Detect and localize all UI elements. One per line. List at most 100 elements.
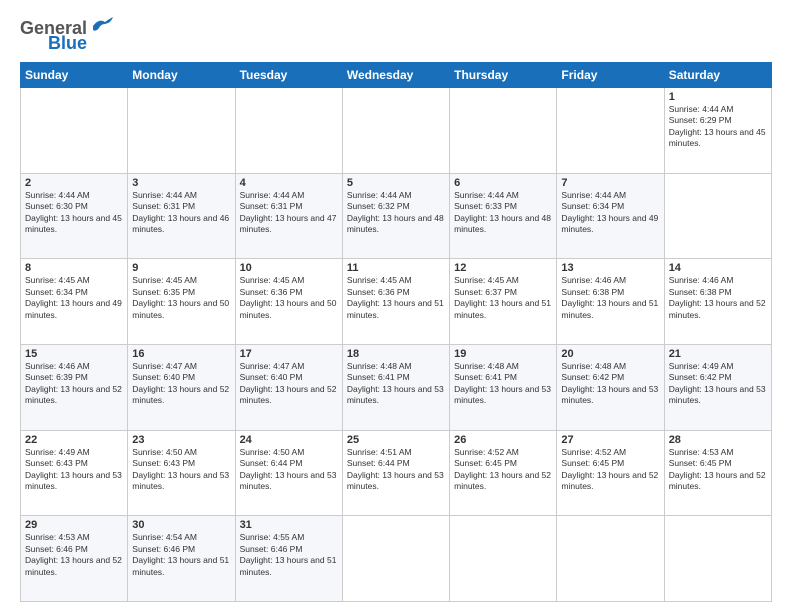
day-cell: 29Sunrise: 4:53 AM Sunset: 6:46 PM Dayli… — [21, 516, 128, 602]
day-info: Sunrise: 4:48 AM Sunset: 6:41 PM Dayligh… — [347, 361, 445, 407]
day-number: 26 — [454, 434, 552, 446]
week-row-6: 29Sunrise: 4:53 AM Sunset: 6:46 PM Dayli… — [21, 516, 772, 602]
day-info: Sunrise: 4:51 AM Sunset: 6:44 PM Dayligh… — [347, 447, 445, 493]
day-number: 25 — [347, 434, 445, 446]
day-cell: 31Sunrise: 4:55 AM Sunset: 6:46 PM Dayli… — [235, 516, 342, 602]
day-number: 12 — [454, 262, 552, 274]
day-info: Sunrise: 4:45 AM Sunset: 6:36 PM Dayligh… — [347, 275, 445, 321]
day-cell: 13Sunrise: 4:46 AM Sunset: 6:38 PM Dayli… — [557, 259, 664, 345]
day-cell: 26Sunrise: 4:52 AM Sunset: 6:45 PM Dayli… — [450, 430, 557, 516]
day-info: Sunrise: 4:45 AM Sunset: 6:36 PM Dayligh… — [240, 275, 338, 321]
day-number: 22 — [25, 434, 123, 446]
day-cell: 3Sunrise: 4:44 AM Sunset: 6:31 PM Daylig… — [128, 173, 235, 259]
day-info: Sunrise: 4:47 AM Sunset: 6:40 PM Dayligh… — [240, 361, 338, 407]
day-cell — [664, 516, 771, 602]
day-cell — [450, 516, 557, 602]
day-cell: 22Sunrise: 4:49 AM Sunset: 6:43 PM Dayli… — [21, 430, 128, 516]
day-info: Sunrise: 4:48 AM Sunset: 6:42 PM Dayligh… — [561, 361, 659, 407]
day-cell: 2Sunrise: 4:44 AM Sunset: 6:30 PM Daylig… — [21, 173, 128, 259]
day-cell — [235, 88, 342, 174]
day-cell: 28Sunrise: 4:53 AM Sunset: 6:45 PM Dayli… — [664, 430, 771, 516]
day-info: Sunrise: 4:55 AM Sunset: 6:46 PM Dayligh… — [240, 532, 338, 578]
page: General Blue SundayMondayTuesdayWednesda… — [0, 0, 792, 612]
day-cell — [450, 88, 557, 174]
day-cell — [342, 516, 449, 602]
day-cell: 12Sunrise: 4:45 AM Sunset: 6:37 PM Dayli… — [450, 259, 557, 345]
day-cell: 15Sunrise: 4:46 AM Sunset: 6:39 PM Dayli… — [21, 344, 128, 430]
day-number: 6 — [454, 177, 552, 189]
day-number: 16 — [132, 348, 230, 360]
day-cell — [557, 88, 664, 174]
logo-blue: Blue — [48, 33, 87, 54]
week-row-5: 22Sunrise: 4:49 AM Sunset: 6:43 PM Dayli… — [21, 430, 772, 516]
day-number: 23 — [132, 434, 230, 446]
day-info: Sunrise: 4:45 AM Sunset: 6:35 PM Dayligh… — [132, 275, 230, 321]
day-info: Sunrise: 4:44 AM Sunset: 6:30 PM Dayligh… — [25, 190, 123, 236]
day-number: 20 — [561, 348, 659, 360]
day-cell: 8Sunrise: 4:45 AM Sunset: 6:34 PM Daylig… — [21, 259, 128, 345]
weekday-header-saturday: Saturday — [664, 63, 771, 88]
weekday-header-row: SundayMondayTuesdayWednesdayThursdayFrid… — [21, 63, 772, 88]
week-row-3: 8Sunrise: 4:45 AM Sunset: 6:34 PM Daylig… — [21, 259, 772, 345]
day-info: Sunrise: 4:46 AM Sunset: 6:39 PM Dayligh… — [25, 361, 123, 407]
day-number: 2 — [25, 177, 123, 189]
day-cell: 1Sunrise: 4:44 AM Sunset: 6:29 PM Daylig… — [664, 88, 771, 174]
day-number: 3 — [132, 177, 230, 189]
day-info: Sunrise: 4:54 AM Sunset: 6:46 PM Dayligh… — [132, 532, 230, 578]
week-row-4: 15Sunrise: 4:46 AM Sunset: 6:39 PM Dayli… — [21, 344, 772, 430]
logo: General Blue — [20, 18, 113, 54]
day-info: Sunrise: 4:50 AM Sunset: 6:44 PM Dayligh… — [240, 447, 338, 493]
day-number: 11 — [347, 262, 445, 274]
day-cell: 25Sunrise: 4:51 AM Sunset: 6:44 PM Dayli… — [342, 430, 449, 516]
weekday-header-wednesday: Wednesday — [342, 63, 449, 88]
day-info: Sunrise: 4:52 AM Sunset: 6:45 PM Dayligh… — [561, 447, 659, 493]
day-cell: 6Sunrise: 4:44 AM Sunset: 6:33 PM Daylig… — [450, 173, 557, 259]
day-info: Sunrise: 4:44 AM Sunset: 6:34 PM Dayligh… — [561, 190, 659, 236]
day-number: 13 — [561, 262, 659, 274]
weekday-header-monday: Monday — [128, 63, 235, 88]
week-row-2: 2Sunrise: 4:44 AM Sunset: 6:30 PM Daylig… — [21, 173, 772, 259]
day-info: Sunrise: 4:47 AM Sunset: 6:40 PM Dayligh… — [132, 361, 230, 407]
day-number: 24 — [240, 434, 338, 446]
day-number: 21 — [669, 348, 767, 360]
day-info: Sunrise: 4:49 AM Sunset: 6:42 PM Dayligh… — [669, 361, 767, 407]
day-number: 19 — [454, 348, 552, 360]
day-number: 17 — [240, 348, 338, 360]
day-info: Sunrise: 4:46 AM Sunset: 6:38 PM Dayligh… — [669, 275, 767, 321]
weekday-header-thursday: Thursday — [450, 63, 557, 88]
day-number: 7 — [561, 177, 659, 189]
weekday-header-friday: Friday — [557, 63, 664, 88]
day-info: Sunrise: 4:53 AM Sunset: 6:45 PM Dayligh… — [669, 447, 767, 493]
day-info: Sunrise: 4:48 AM Sunset: 6:41 PM Dayligh… — [454, 361, 552, 407]
day-number: 8 — [25, 262, 123, 274]
day-cell: 27Sunrise: 4:52 AM Sunset: 6:45 PM Dayli… — [557, 430, 664, 516]
day-info: Sunrise: 4:45 AM Sunset: 6:37 PM Dayligh… — [454, 275, 552, 321]
day-number: 14 — [669, 262, 767, 274]
day-info: Sunrise: 4:50 AM Sunset: 6:43 PM Dayligh… — [132, 447, 230, 493]
day-cell: 17Sunrise: 4:47 AM Sunset: 6:40 PM Dayli… — [235, 344, 342, 430]
day-info: Sunrise: 4:53 AM Sunset: 6:46 PM Dayligh… — [25, 532, 123, 578]
day-cell: 11Sunrise: 4:45 AM Sunset: 6:36 PM Dayli… — [342, 259, 449, 345]
calendar-table: SundayMondayTuesdayWednesdayThursdayFrid… — [20, 62, 772, 602]
day-number: 4 — [240, 177, 338, 189]
day-cell: 23Sunrise: 4:50 AM Sunset: 6:43 PM Dayli… — [128, 430, 235, 516]
day-cell: 24Sunrise: 4:50 AM Sunset: 6:44 PM Dayli… — [235, 430, 342, 516]
day-info: Sunrise: 4:46 AM Sunset: 6:38 PM Dayligh… — [561, 275, 659, 321]
day-cell — [557, 516, 664, 602]
day-cell: 5Sunrise: 4:44 AM Sunset: 6:32 PM Daylig… — [342, 173, 449, 259]
day-info: Sunrise: 4:44 AM Sunset: 6:33 PM Dayligh… — [454, 190, 552, 236]
day-cell: 9Sunrise: 4:45 AM Sunset: 6:35 PM Daylig… — [128, 259, 235, 345]
day-cell: 30Sunrise: 4:54 AM Sunset: 6:46 PM Dayli… — [128, 516, 235, 602]
day-info: Sunrise: 4:44 AM Sunset: 6:29 PM Dayligh… — [669, 104, 767, 150]
day-cell: 21Sunrise: 4:49 AM Sunset: 6:42 PM Dayli… — [664, 344, 771, 430]
day-cell: 7Sunrise: 4:44 AM Sunset: 6:34 PM Daylig… — [557, 173, 664, 259]
day-info: Sunrise: 4:44 AM Sunset: 6:32 PM Dayligh… — [347, 190, 445, 236]
day-cell: 4Sunrise: 4:44 AM Sunset: 6:31 PM Daylig… — [235, 173, 342, 259]
logo-bird-icon — [91, 16, 113, 34]
day-number: 31 — [240, 519, 338, 531]
day-cell: 10Sunrise: 4:45 AM Sunset: 6:36 PM Dayli… — [235, 259, 342, 345]
header: General Blue — [20, 18, 772, 54]
day-info: Sunrise: 4:45 AM Sunset: 6:34 PM Dayligh… — [25, 275, 123, 321]
weekday-header-sunday: Sunday — [21, 63, 128, 88]
day-number: 9 — [132, 262, 230, 274]
